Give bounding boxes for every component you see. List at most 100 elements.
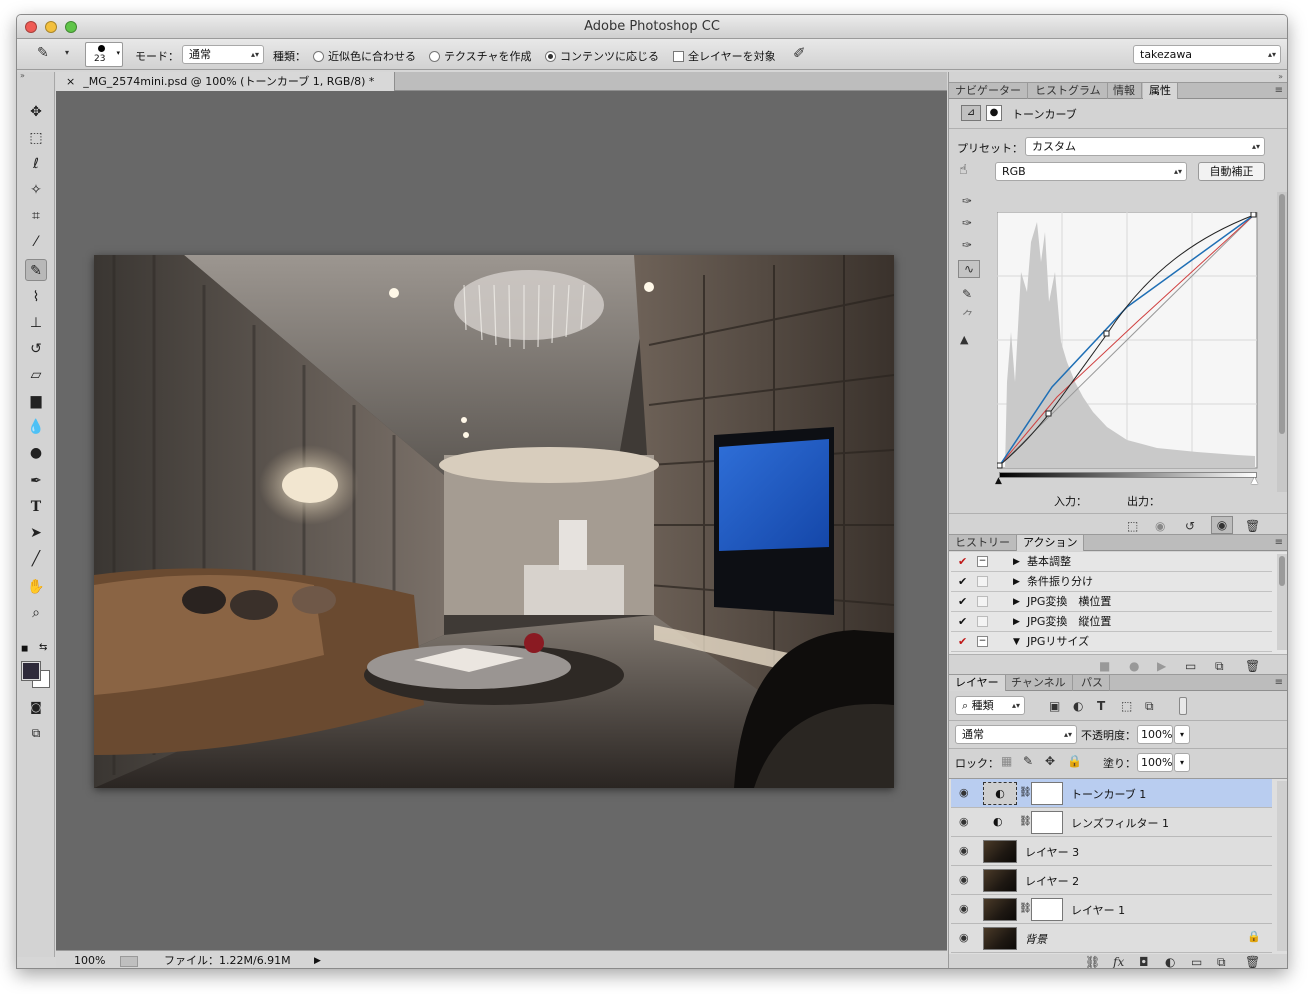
action-row[interactable]: ✔ ▶ JPG変換 縦位置 xyxy=(951,612,1272,632)
clip-to-layer-icon[interactable]: ⬚ xyxy=(1127,518,1138,534)
mode-select[interactable]: 通常 ▴▾ xyxy=(182,45,264,64)
link-icon[interactable]: ⛓ xyxy=(1019,903,1032,914)
tab-channels[interactable]: チャンネル xyxy=(1005,675,1073,691)
layer-name[interactable]: レンズフィルター 1 xyxy=(1071,815,1169,831)
layer-name[interactable]: レイヤー 1 xyxy=(1071,902,1125,918)
smooth-curve-icon[interactable]: ⺈ xyxy=(962,308,974,324)
spot-healing-brush-icon[interactable]: ✎ xyxy=(37,45,49,61)
magic-wand-tool-icon[interactable]: ✧ xyxy=(25,179,47,201)
add-mask-icon[interactable]: ◘ xyxy=(1139,954,1149,968)
history-brush-tool-icon[interactable]: ↺ xyxy=(25,338,47,360)
gradient-tool-icon[interactable]: ▆ xyxy=(25,390,47,412)
clone-stamp-tool-icon[interactable]: ⊥ xyxy=(25,312,47,334)
layer-row-curves[interactable]: ◉ ◐ ⛓ トーンカーブ 1 xyxy=(951,779,1272,808)
reset-icon[interactable]: ↺ xyxy=(1185,518,1195,534)
dialog-toggle-icon[interactable] xyxy=(977,576,988,587)
marquee-tool-icon[interactable]: ⬚ xyxy=(25,127,47,149)
eye-icon[interactable]: ◉ xyxy=(959,873,969,886)
close-tab-icon[interactable]: × xyxy=(66,75,75,88)
lock-position-icon[interactable]: ✥ xyxy=(1045,753,1055,769)
eraser-tool-icon[interactable]: ▱ xyxy=(25,364,47,386)
layer-row-3[interactable]: ◉ レイヤー 3 xyxy=(951,837,1272,866)
hand-tool-icon[interactable]: ✋ xyxy=(25,576,47,598)
foreground-color-swatch[interactable] xyxy=(21,661,41,681)
default-colors-icon[interactable]: ◼ xyxy=(21,644,28,654)
layer-name[interactable]: レイヤー 2 xyxy=(1025,873,1079,889)
check-icon[interactable]: ✔ xyxy=(958,552,967,572)
collapse-icon[interactable]: » xyxy=(17,72,55,80)
expand-triangle-icon[interactable]: ▶ xyxy=(1013,572,1020,592)
new-action-icon[interactable]: ⧉ xyxy=(1215,658,1224,674)
tab-navigator[interactable]: ナビゲーター xyxy=(949,83,1028,99)
eye-icon[interactable]: ◉ xyxy=(959,844,969,857)
eye-icon[interactable]: ◉ xyxy=(959,902,969,915)
filter-smart-object-icon[interactable]: ⧉ xyxy=(1145,698,1154,714)
curve-points-icon[interactable]: ∿ xyxy=(958,260,980,278)
filter-pixel-icon[interactable]: ▣ xyxy=(1049,698,1060,714)
auto-button[interactable]: 自動補正 xyxy=(1198,162,1265,181)
pressure-pen-icon[interactable]: ✐ xyxy=(793,45,806,61)
dodge-tool-icon[interactable]: ● xyxy=(25,442,47,464)
filter-toggle[interactable] xyxy=(1179,697,1187,715)
tab-histogram[interactable]: ヒストグラム xyxy=(1029,83,1108,99)
brush-tool-icon[interactable]: ⌇ xyxy=(25,286,47,308)
expand-triangle-icon[interactable]: ▶ xyxy=(1013,552,1020,572)
mask-icon[interactable]: ● xyxy=(986,105,1002,121)
actions-scrollbar[interactable] xyxy=(1277,554,1287,650)
lock-all-icon[interactable]: 🔒 xyxy=(1067,753,1082,769)
lasso-tool-icon[interactable]: ℓ xyxy=(25,153,47,175)
layer-filter-select[interactable]: ⌕ 種類 ▴▾ xyxy=(955,696,1025,715)
canvas-image[interactable] xyxy=(94,255,894,788)
panel-menu-icon[interactable]: ≡ xyxy=(1275,675,1283,691)
tab-paths[interactable]: パス xyxy=(1075,675,1110,691)
layer-name[interactable]: 背景 xyxy=(1025,931,1047,947)
expand-icon[interactable]: » xyxy=(949,72,1287,82)
check-icon[interactable]: ✔ xyxy=(958,632,967,652)
zoom-tool-icon[interactable]: ⌕ xyxy=(25,602,47,624)
tab-properties[interactable]: 属性 xyxy=(1143,83,1178,99)
link-icon[interactable]: ⛓ xyxy=(1019,816,1032,827)
trash-icon[interactable]: 🗑 xyxy=(1245,518,1260,534)
move-tool-icon[interactable]: ✥ xyxy=(25,101,47,123)
lock-transparent-icon[interactable]: ▦ xyxy=(1001,753,1012,769)
new-set-icon[interactable]: ▭ xyxy=(1185,658,1196,674)
all-layers-checkbox[interactable]: 全レイヤーを対象 xyxy=(673,48,776,64)
opacity-dropdown-icon[interactable]: ▾ xyxy=(1174,725,1190,744)
scrollbar-thumb[interactable] xyxy=(1279,194,1285,434)
preset-select[interactable]: カスタム ▴▾ xyxy=(1025,137,1265,156)
tab-info[interactable]: 情報 xyxy=(1107,83,1142,99)
filter-adjustment-icon[interactable]: ◐ xyxy=(1073,698,1083,714)
eye-icon[interactable]: ◉ xyxy=(959,815,969,828)
panel-menu-icon[interactable]: ≡ xyxy=(1275,83,1283,99)
layer-mask-thumbnail[interactable] xyxy=(1031,782,1063,805)
layer-row-lens-filter[interactable]: ◉ ◐ ⛓ レンズフィルター 1 xyxy=(951,808,1272,837)
link-icon[interactable]: ⛓ xyxy=(1019,787,1032,798)
pencil-draw-icon[interactable]: ✎ xyxy=(962,286,972,302)
panel-menu-icon[interactable]: ≡ xyxy=(1275,535,1283,551)
tab-actions[interactable]: アクション xyxy=(1017,535,1085,551)
path-selection-tool-icon[interactable]: ➤ xyxy=(25,522,47,544)
layer-row-background[interactable]: ◉ 背景 🔒 xyxy=(951,924,1272,953)
screen-mode-icon[interactable]: ⧉ xyxy=(25,722,47,744)
trash-icon[interactable]: 🗑 xyxy=(1245,954,1260,968)
white-slider-icon[interactable]: ▲ xyxy=(1251,476,1258,486)
dialog-toggle-icon[interactable] xyxy=(977,596,988,607)
share-icon[interactable] xyxy=(120,956,138,967)
check-icon[interactable]: ✔ xyxy=(958,592,967,612)
play-icon[interactable]: ▶ xyxy=(1157,658,1166,674)
action-row[interactable]: ✔ ▶ JPG変換 横位置 xyxy=(951,592,1272,612)
tab-layers[interactable]: レイヤー xyxy=(949,675,1006,691)
crop-tool-icon[interactable]: ⌗ xyxy=(25,205,47,227)
action-row[interactable]: ✔ ▶ 条件振り分け xyxy=(951,572,1272,592)
layers-scrollbar[interactable] xyxy=(1277,781,1287,951)
filter-type-icon[interactable]: T xyxy=(1097,698,1105,714)
dialog-toggle-icon[interactable]: − xyxy=(977,636,988,647)
pen-tool-icon[interactable]: ✒ xyxy=(25,470,47,492)
line-tool-icon[interactable]: ╱ xyxy=(25,548,47,570)
new-group-icon[interactable]: ▭ xyxy=(1191,954,1202,968)
blur-tool-icon[interactable]: 💧 xyxy=(25,416,47,438)
dialog-toggle-icon[interactable] xyxy=(977,616,988,627)
brush-picker[interactable]: 23 ▾ xyxy=(85,42,123,67)
filter-shape-icon[interactable]: ⬚ xyxy=(1121,698,1132,714)
expand-triangle-icon[interactable]: ▶ xyxy=(1013,592,1020,612)
